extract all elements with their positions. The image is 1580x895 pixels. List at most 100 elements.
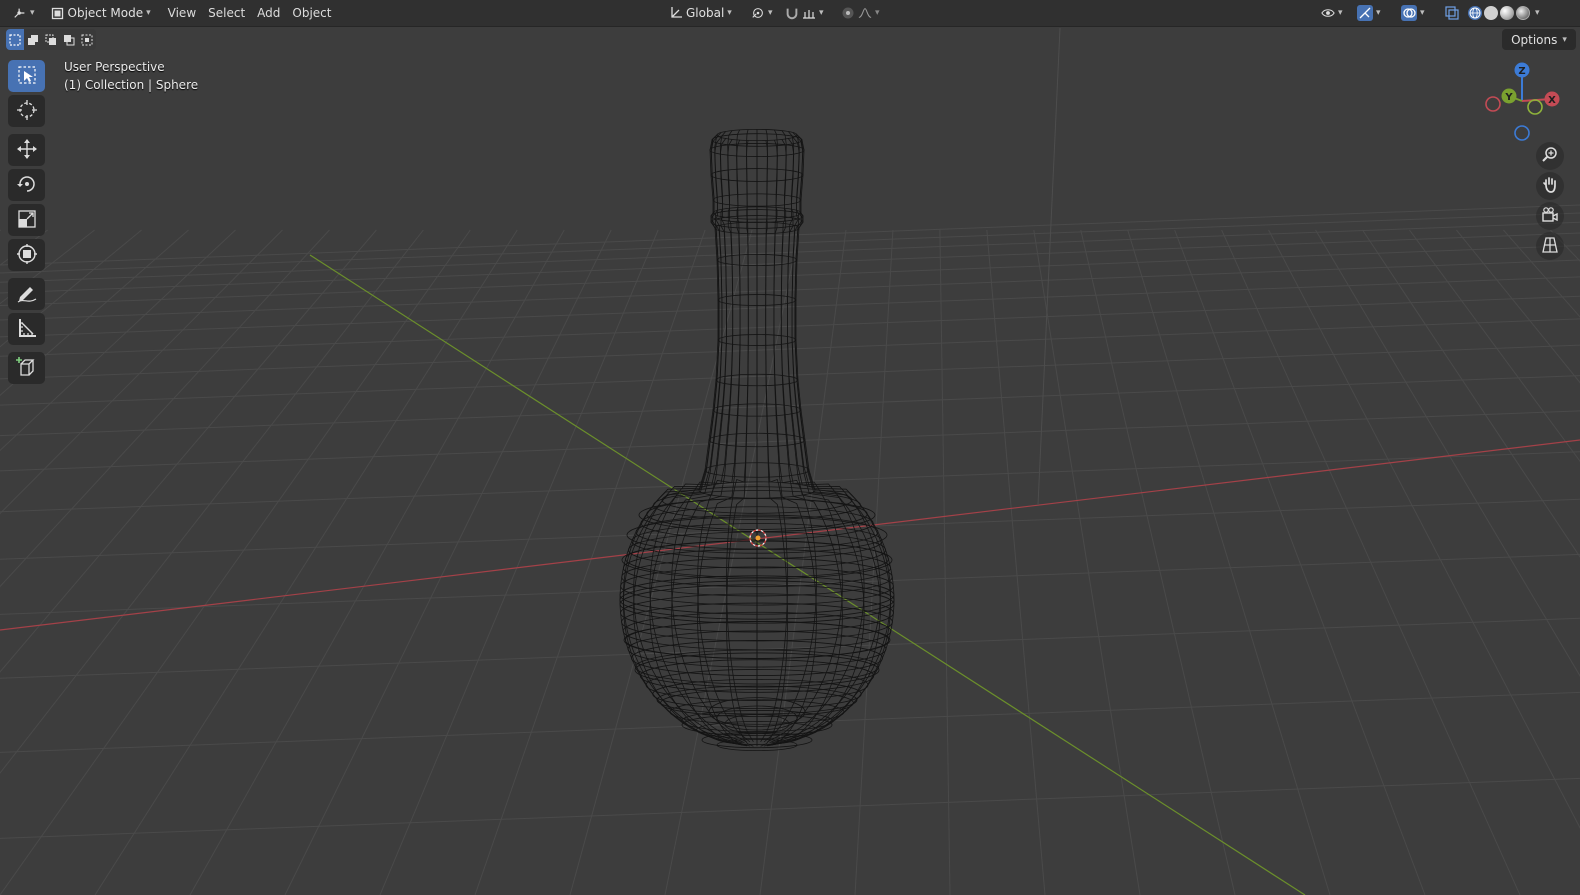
camera-icon	[1541, 206, 1559, 227]
gizmo-x-label: X	[1548, 95, 1556, 106]
gizmo-y-label: Y	[1504, 92, 1513, 103]
gizmo-neg-z-handle	[1514, 125, 1530, 141]
transform-tool[interactable]	[8, 239, 45, 271]
editor-type-button[interactable]: ▾	[8, 2, 40, 24]
zoom-icon	[1541, 146, 1559, 167]
grid-line	[94, 229, 518, 895]
transform-icon	[16, 243, 38, 268]
select-invert-icon[interactable]	[60, 29, 78, 50]
grid-line	[0, 229, 2, 232]
grid-line	[1409, 229, 1580, 463]
mode-label: Object Mode	[67, 6, 144, 20]
perspective-label: User Perspective	[64, 60, 165, 74]
rotate-tool[interactable]	[8, 169, 45, 201]
menu-select[interactable]: Select	[202, 2, 251, 24]
xray-toggle[interactable]	[1440, 2, 1464, 24]
grid-line	[939, 229, 951, 895]
gizmo-toggle[interactable]: ▾	[1352, 2, 1386, 24]
pivot-icon	[751, 6, 765, 20]
viewport-3d[interactable]	[0, 0, 1580, 895]
gizmo-icon	[1357, 5, 1373, 21]
object-mode-icon	[51, 6, 65, 20]
grid-line	[379, 229, 659, 895]
collection-label: (1) Collection | Sphere	[64, 78, 199, 92]
chevron-down-icon: ▾	[1338, 8, 1343, 18]
zoom-button[interactable]	[1536, 142, 1564, 170]
cursor-icon	[16, 99, 38, 124]
material-shading-icon[interactable]	[1500, 6, 1514, 20]
z-axis-line	[1037, 27, 1061, 506]
perspective-toggle-button[interactable]	[1536, 232, 1564, 260]
chevron-down-icon: ▾	[1420, 8, 1425, 18]
transform-orientation-dropdown[interactable]: Global ▾	[664, 2, 737, 24]
viewport-header: ▾ Object Mode ▾ View Select Add Object G…	[0, 0, 1580, 27]
scale-icon	[16, 208, 38, 233]
hand-icon	[1541, 176, 1559, 197]
grid-line	[0, 617, 1580, 679]
add-cube-icon	[15, 356, 38, 381]
grid-line	[1503, 229, 1580, 318]
solid-shading-icon[interactable]	[1484, 6, 1498, 20]
snap-toggle[interactable]: ▾	[780, 2, 829, 24]
select-extend-icon[interactable]	[24, 29, 42, 50]
grid-line	[0, 498, 1580, 560]
annotate-tool[interactable]	[8, 278, 45, 310]
select-intersect-icon[interactable]	[78, 29, 96, 50]
select-new-icon[interactable]	[6, 29, 24, 50]
proportional-editing-toggle[interactable]: ▾	[836, 2, 885, 24]
options-dropdown[interactable]: Options ▾	[1502, 29, 1576, 50]
sphere-object-wireframe[interactable]	[619, 128, 895, 752]
overlays-icon	[1401, 5, 1417, 21]
grid-line	[0, 777, 1580, 839]
orbit-editor-icon	[13, 6, 27, 20]
gizmo-z-label: Z	[1518, 66, 1525, 77]
select-subtract-icon[interactable]	[42, 29, 60, 50]
overlays-toggle[interactable]: ▾	[1396, 2, 1430, 24]
menu-add[interactable]: Add	[251, 2, 286, 24]
cursor-tool[interactable]	[8, 95, 45, 127]
eye-icon	[1321, 6, 1335, 20]
chevron-down-icon: ▾	[727, 8, 732, 18]
grid-line	[1268, 229, 1580, 829]
grid-line	[189, 229, 565, 895]
xray-icon	[1445, 6, 1459, 20]
menu-object[interactable]: Object	[286, 2, 337, 24]
grid-line	[0, 229, 424, 774]
orientation-icon	[669, 6, 683, 20]
orientation-label: Global	[686, 6, 725, 20]
pan-button[interactable]	[1536, 172, 1564, 200]
chevron-down-icon[interactable]: ▾	[1535, 8, 1540, 18]
grid-perspective-icon	[1541, 236, 1559, 257]
grid-line	[664, 229, 800, 895]
select-box-tool[interactable]	[8, 60, 45, 92]
gizmo-neg-x-handle	[1485, 96, 1501, 112]
grid-line	[1362, 229, 1580, 558]
grid-line	[0, 229, 471, 895]
pencil-icon	[16, 282, 38, 307]
mode-dropdown[interactable]: Object Mode ▾	[46, 2, 156, 24]
grid-line	[1549, 229, 1580, 262]
grid-line	[986, 229, 1046, 895]
wireframe-meridian	[772, 133, 892, 744]
shading-mode-group: ▾	[1468, 6, 1540, 20]
move-arrows-icon	[16, 138, 38, 163]
navigation-gizmo[interactable]: X Y Z	[1478, 56, 1578, 148]
rendered-shading-icon[interactable]	[1516, 6, 1530, 20]
chevron-down-icon: ▾	[819, 8, 824, 18]
wireframe-shading-icon[interactable]	[1468, 6, 1482, 20]
scale-tool[interactable]	[8, 204, 45, 236]
chevron-down-icon: ▾	[30, 8, 35, 18]
camera-view-button[interactable]	[1536, 202, 1564, 230]
pivot-point-dropdown[interactable]: ▾	[746, 2, 778, 24]
visibility-dropdown[interactable]: ▾	[1316, 2, 1348, 24]
magnet-icon	[785, 6, 799, 20]
selection-mode-group	[6, 29, 96, 50]
chevron-down-icon: ▾	[146, 8, 151, 18]
measure-tool[interactable]	[8, 313, 45, 345]
add-cube-tool[interactable]	[8, 352, 45, 384]
menu-view[interactable]: View	[162, 2, 202, 24]
grid-line	[569, 229, 753, 895]
snap-increment-icon	[802, 6, 816, 20]
select-box-icon	[17, 65, 37, 88]
move-tool[interactable]	[8, 134, 45, 166]
